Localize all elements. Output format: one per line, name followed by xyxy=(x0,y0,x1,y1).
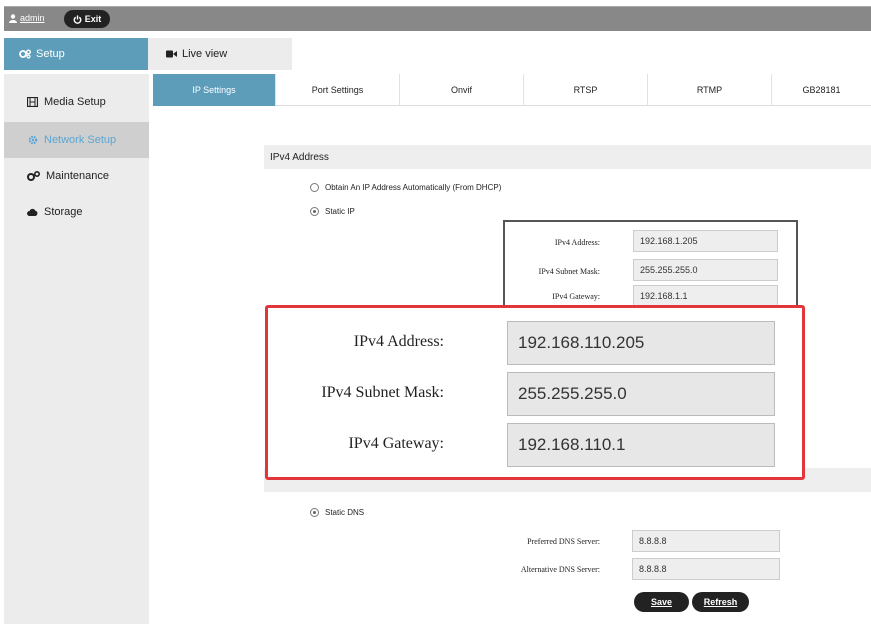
ipv4-subnet-mask-input[interactable]: 255.255.255.0 xyxy=(633,259,778,281)
zoom-ipv4-gateway-input[interactable]: 192.168.110.1 xyxy=(507,423,775,467)
dhcp-radio[interactable] xyxy=(310,183,319,192)
video-camera-icon xyxy=(166,50,177,58)
static-dns-label: Static DNS xyxy=(325,508,365,517)
zoom-ipv4-address-label: IPv4 Address: xyxy=(353,333,444,350)
sidebar-item-label: Maintenance xyxy=(46,170,109,182)
save-button[interactable]: Save xyxy=(634,592,689,612)
static-ip-panel: IPv4 Address: 192.168.1.205 IPv4 Subnet … xyxy=(503,220,798,306)
exit-button[interactable]: Exit xyxy=(64,10,110,28)
cogs-icon xyxy=(27,171,40,181)
tab-port-settings[interactable]: Port Settings xyxy=(276,74,400,106)
static-ip-radio[interactable] xyxy=(310,207,319,216)
tab-rtsp[interactable]: RTSP xyxy=(524,74,648,106)
ipv4-section-header: IPv4 Address xyxy=(264,145,871,169)
tab-setup[interactable]: Setup xyxy=(4,38,148,70)
zoom-callout: IPv4 Address: 192.168.110.205 IPv4 Subne… xyxy=(265,305,805,480)
dhcp-option[interactable]: Obtain An IP Address Automatically (From… xyxy=(310,183,501,192)
username[interactable]: admin xyxy=(20,13,45,23)
zoom-ipv4-gateway-label: IPv4 Gateway: xyxy=(348,435,444,452)
ipv4-address-input[interactable]: 192.168.1.205 xyxy=(633,230,778,252)
sidebar-item-network-setup[interactable]: Network Setup xyxy=(4,122,149,158)
zoom-ipv4-address-input[interactable]: 192.168.110.205 xyxy=(507,321,775,365)
alternative-dns-label: Alternative DNS Server: xyxy=(520,565,600,574)
cloud-icon xyxy=(27,208,38,216)
static-ip-option[interactable]: Static IP xyxy=(310,207,355,216)
settings-subtabs: IP Settings Port Settings Onvif RTSP RTM… xyxy=(153,74,871,106)
refresh-button[interactable]: Refresh xyxy=(692,592,749,612)
user-icon xyxy=(9,13,17,23)
zoom-ipv4-subnet-mask-label: IPv4 Subnet Mask: xyxy=(321,384,444,401)
sidebar-item-maintenance[interactable]: Maintenance xyxy=(4,158,149,194)
user-link[interactable]: admin xyxy=(9,13,45,23)
static-ip-label: Static IP xyxy=(325,207,355,216)
zoom-ipv4-subnet-mask-input[interactable]: 255.255.255.0 xyxy=(507,372,775,416)
static-dns-option[interactable]: Static DNS xyxy=(310,508,364,517)
preferred-dns-label: Preferred DNS Server: xyxy=(527,537,600,546)
sidebar-item-label: Media Setup xyxy=(44,96,106,108)
ipv4-gateway-label: IPv4 Gateway: xyxy=(552,292,600,301)
static-dns-radio[interactable] xyxy=(310,508,319,517)
tab-live-view-label: Live view xyxy=(182,48,228,60)
film-icon xyxy=(27,97,38,107)
ipv4-address-label: IPv4 Address: xyxy=(554,238,600,247)
sidebar-item-label: Network Setup xyxy=(44,134,117,146)
sidebar-item-label: Storage xyxy=(44,206,83,218)
alternative-dns-input[interactable]: 8.8.8.8 xyxy=(632,558,780,580)
sidebar-item-media-setup[interactable]: Media Setup xyxy=(4,84,149,120)
tab-setup-label: Setup xyxy=(36,48,65,60)
exit-label: Exit xyxy=(84,14,102,24)
sidebar: Media Setup Network Setup Maintenance St… xyxy=(4,74,149,624)
tab-live-view[interactable]: Live view xyxy=(148,38,292,70)
sidebar-item-storage[interactable]: Storage xyxy=(4,194,149,230)
gears-icon xyxy=(19,49,31,59)
tab-gb28181[interactable]: GB28181 xyxy=(772,74,871,106)
top-bar: admin Exit xyxy=(4,6,871,31)
ipv4-subnet-mask-label: IPv4 Subnet Mask: xyxy=(538,267,600,276)
power-icon xyxy=(73,14,82,24)
tab-rtmp[interactable]: RTMP xyxy=(648,74,772,106)
preferred-dns-input[interactable]: 8.8.8.8 xyxy=(632,530,780,552)
ipv4-gateway-input[interactable]: 192.168.1.1 xyxy=(633,285,778,306)
gear-icon xyxy=(28,135,38,145)
dhcp-label: Obtain An IP Address Automatically (From… xyxy=(325,183,502,192)
tab-onvif[interactable]: Onvif xyxy=(400,74,524,106)
tab-ip-settings[interactable]: IP Settings xyxy=(153,74,276,106)
